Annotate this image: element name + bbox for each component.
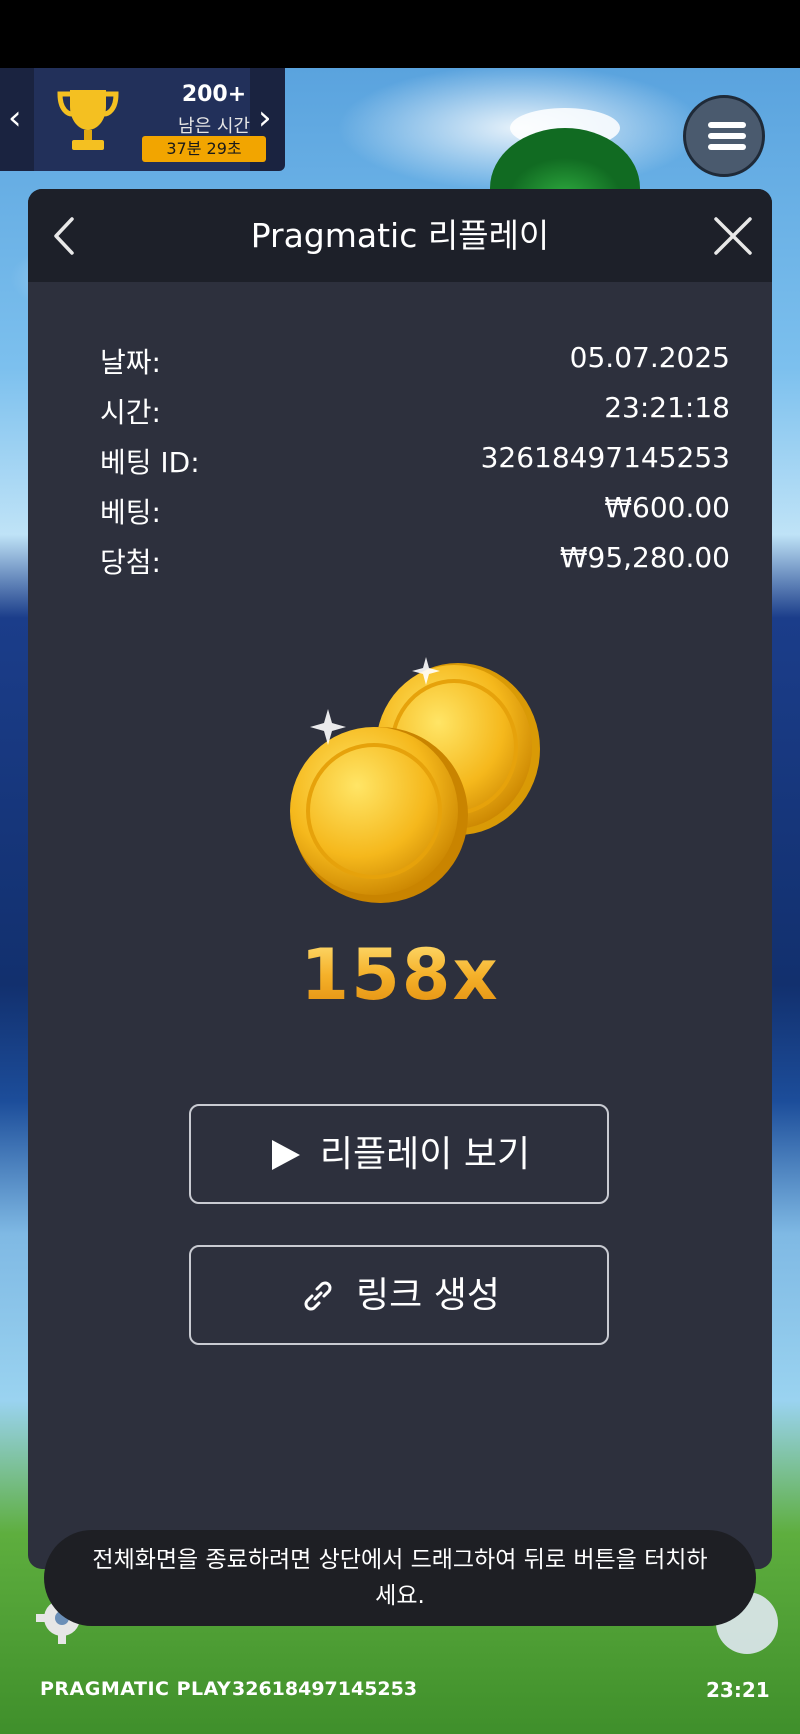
info-label: 베팅: [100, 496, 161, 529]
gold-coins-icon [290, 657, 540, 903]
hamburger-menu-icon[interactable] [683, 95, 765, 177]
round-id: 32618497145253 [232, 1678, 418, 1700]
replay-title: Pragmatic 리플레이 [250, 216, 550, 255]
tournament-widget[interactable]: ‹ 200+ 남은 시간 37분 29초 › [0, 68, 285, 171]
menu-line [708, 133, 746, 139]
link-icon [304, 1281, 332, 1311]
provider-brand: PRAGMATIC PLAY [40, 1678, 232, 1700]
tournament-label: 남은 시간 [178, 116, 250, 137]
menu-line [708, 144, 746, 150]
info-row-win: 당첨: ₩95,280.00 [100, 541, 730, 591]
info-row-date: 날짜: 05.07.2025 [100, 341, 730, 391]
tournament-count: 200+ [181, 82, 247, 107]
info-row-bet: 베팅: ₩600.00 [100, 491, 730, 541]
replay-header: Pragmatic 리플레이 [28, 189, 772, 282]
info-label: 당첨: [100, 546, 161, 579]
replay-panel: Pragmatic 리플레이 날짜: 05.07.2025 시간: 23:21:… [28, 189, 772, 1569]
play-icon [271, 1140, 300, 1170]
info-label: 시간: [100, 396, 161, 429]
status-bar-area [0, 0, 800, 68]
bet-info-list: 날짜: 05.07.2025 시간: 23:21:18 베팅 ID: 32618… [100, 341, 730, 591]
fullscreen-exit-toast: 전체화면을 종료하려면 상단에서 드래그하여 뒤로 버튼을 터치하세요. [44, 1530, 756, 1626]
info-label: 베팅 ID: [100, 446, 200, 479]
watch-replay-button[interactable]: 리플레이 보기 [189, 1104, 609, 1204]
info-row-time: 시간: 23:21:18 [100, 391, 730, 441]
info-label: 날짜: [100, 346, 161, 379]
tournament-next-icon[interactable]: › [258, 98, 272, 138]
tournament-timer: 37분 29초 [142, 136, 266, 162]
info-row-bet-id: 베팅 ID: 32618497145253 [100, 441, 730, 491]
watch-replay-label: 리플레이 보기 [319, 1134, 531, 1175]
win-multiplier: 158x [28, 934, 772, 1016]
trophy-icon [57, 90, 119, 150]
chevron-left-icon[interactable] [42, 211, 92, 261]
info-value: 32618497145253 [480, 441, 730, 474]
menu-line [708, 122, 746, 128]
info-value: 05.07.2025 [569, 341, 730, 374]
info-value: 23:21:18 [604, 391, 730, 424]
game-clock: 23:21 [706, 1678, 770, 1702]
create-link-label: 링크 생성 [356, 1275, 500, 1316]
close-icon[interactable] [708, 211, 758, 261]
tournament-panel: 200+ 남은 시간 37분 29초 [34, 68, 266, 171]
info-value: ₩95,280.00 [559, 541, 730, 574]
tournament-prev-icon[interactable]: ‹ [8, 98, 22, 138]
create-link-button[interactable]: 링크 생성 [189, 1245, 609, 1345]
info-value: ₩600.00 [604, 491, 730, 524]
